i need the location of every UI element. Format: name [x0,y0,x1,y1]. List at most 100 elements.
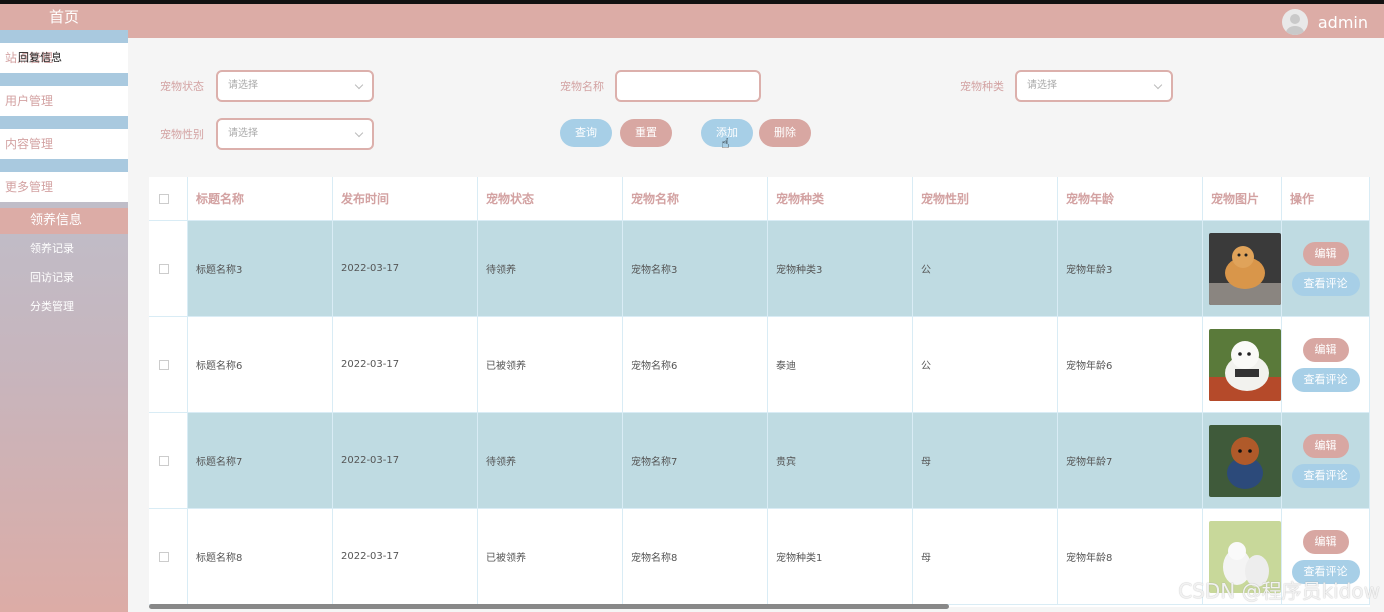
type-cell: 宠物种类1 [768,509,913,605]
age-cell: 宠物年龄7 [1058,413,1203,509]
sidebar-item-more[interactable]: 更多管理 [0,172,128,202]
view-comments-button[interactable]: 查看评论 [1291,271,1360,296]
row-select-cell[interactable] [149,509,188,605]
age-cell: 宠物年龄6 [1058,317,1203,413]
status-placeholder: 请选择 [228,80,258,91]
sidebar-item-site[interactable]: 站点管理 回复信息 [0,43,128,73]
photo-cell [1203,413,1282,509]
sidebar-divider [0,30,128,43]
gender-label: 宠物性别 [160,128,204,141]
reset-button[interactable]: 重置 [620,119,672,147]
filter-panel: 宠物状态 请选择 宠物名称 宠物种类 请选择 宠物性别 请选择 查询 重置 添加… [128,40,1384,170]
column-header[interactable]: 宠物状态 [478,177,623,221]
chevron-down-icon [1153,80,1163,90]
view-comments-button[interactable]: 查看评论 [1291,463,1360,488]
sidebar: 首页 站点管理 回复信息 用户管理 内容管理 更多管理 领养信息 领养记录 回访… [0,4,128,612]
overlay-text: 回复信息 [18,51,62,64]
select-all-cell[interactable] [149,177,188,221]
brown-poodle-photo[interactable] [1209,424,1281,497]
gender-cell: 母 [913,413,1058,509]
sidebar-sub-visit-records[interactable]: 回访记录 [0,263,128,292]
column-header[interactable]: 发布时间 [333,177,478,221]
sidebar-sub-adoption-records[interactable]: 领养记录 [0,234,128,263]
chevron-down-icon [354,128,364,138]
status-cell: 已被领养 [478,317,623,413]
name-cell: 宠物名称6 [623,317,768,413]
title-cell: 标题名称7 [188,413,333,509]
edit-button[interactable]: 编辑 [1302,241,1349,266]
sidebar-item-adoption-info[interactable]: 领养信息 [0,208,128,234]
adoption-table: 标题名称 发布时间 宠物状态 宠物名称 宠物种类 宠物性别 宠物年龄 宠物图片 … [149,177,1370,607]
date-cell: 2022-03-17 [333,317,478,413]
sidebar-home[interactable]: 首页 [0,4,128,30]
horizontal-scrollbar[interactable] [149,604,949,609]
actions-cell: 编辑 查看评论 [1282,221,1370,317]
row-checkbox[interactable] [159,359,169,370]
type-placeholder: 请选择 [1027,80,1057,91]
username: admin [1317,12,1368,32]
query-button[interactable]: 查询 [560,119,612,147]
date-cell: 2022-03-17 [333,221,478,317]
date-cell: 2022-03-17 [333,413,478,509]
row-checkbox[interactable] [159,263,169,274]
delete-button[interactable]: 删除 [759,119,811,147]
status-cell: 已被领养 [478,509,623,605]
row-select-cell[interactable] [149,413,188,509]
row-checkbox[interactable] [159,455,169,466]
white-poodle-photo[interactable] [1209,328,1281,401]
column-header[interactable]: 宠物性别 [913,177,1058,221]
column-header[interactable]: 宠物年龄 [1058,177,1203,221]
pomeranian-dog-photo[interactable] [1209,232,1281,305]
sidebar-divider [0,159,128,172]
view-comments-button[interactable]: 查看评论 [1291,367,1360,392]
gender-cell: 公 [913,317,1058,413]
status-cell: 待领养 [478,221,623,317]
sidebar-item-users[interactable]: 用户管理 [0,86,128,116]
edit-button[interactable]: 编辑 [1302,529,1349,554]
title-cell: 标题名称8 [188,509,333,605]
age-cell: 宠物年龄3 [1058,221,1203,317]
type-select[interactable]: 请选择 [1015,70,1173,102]
table-row[interactable]: 标题名称7 2022-03-17 待领养 宠物名称7 贵宾 母 宠物年龄7 编辑… [149,413,1370,509]
column-header: 操作 [1282,177,1370,221]
sidebar-item-label: 更多管理 [5,180,54,194]
edit-button[interactable]: 编辑 [1302,433,1349,458]
sidebar-item-label: 内容管理 [5,137,54,151]
sidebar-divider [0,73,128,86]
gender-cell: 公 [913,221,1058,317]
watermark: CSDN @程序员kidow [1178,579,1380,603]
photo-cell [1203,317,1282,413]
name-cell: 宠物名称8 [623,509,768,605]
status-select[interactable]: 请选择 [216,70,374,102]
column-header[interactable]: 宠物名称 [623,177,768,221]
sidebar-item-content[interactable]: 内容管理 [0,129,128,159]
column-header[interactable]: 宠物种类 [768,177,913,221]
type-label: 宠物种类 [960,80,1004,93]
chevron-down-icon [354,80,364,90]
column-header: 宠物图片 [1203,177,1282,221]
select-all-checkbox[interactable] [159,193,169,204]
row-select-cell[interactable] [149,221,188,317]
gender-cell: 母 [913,509,1058,605]
avatar-icon [1281,9,1308,35]
type-cell: 宠物种类3 [768,221,913,317]
photo-cell [1203,221,1282,317]
name-input[interactable] [615,70,761,102]
table-row[interactable]: 标题名称6 2022-03-17 已被领养 宠物名称6 泰迪 公 宠物年龄6 编… [149,317,1370,413]
sidebar-divider [0,116,128,129]
name-cell: 宠物名称3 [623,221,768,317]
sidebar-sub-category[interactable]: 分类管理 [0,292,128,321]
sidebar-item-label: 用户管理 [5,94,54,108]
row-checkbox[interactable] [159,551,169,562]
title-cell: 标题名称6 [188,317,333,413]
edit-button[interactable]: 编辑 [1302,337,1349,362]
type-cell: 贵宾 [768,413,913,509]
actions-cell: 编辑 查看评论 [1282,317,1370,413]
type-cell: 泰迪 [768,317,913,413]
table-row[interactable]: 标题名称3 2022-03-17 待领养 宠物名称3 宠物种类3 公 宠物年龄3… [149,221,1370,317]
user-menu[interactable]: admin [1281,8,1368,36]
column-header[interactable]: 标题名称 [188,177,333,221]
row-select-cell[interactable] [149,317,188,413]
gender-select[interactable]: 请选择 [216,118,374,150]
status-cell: 待领养 [478,413,623,509]
